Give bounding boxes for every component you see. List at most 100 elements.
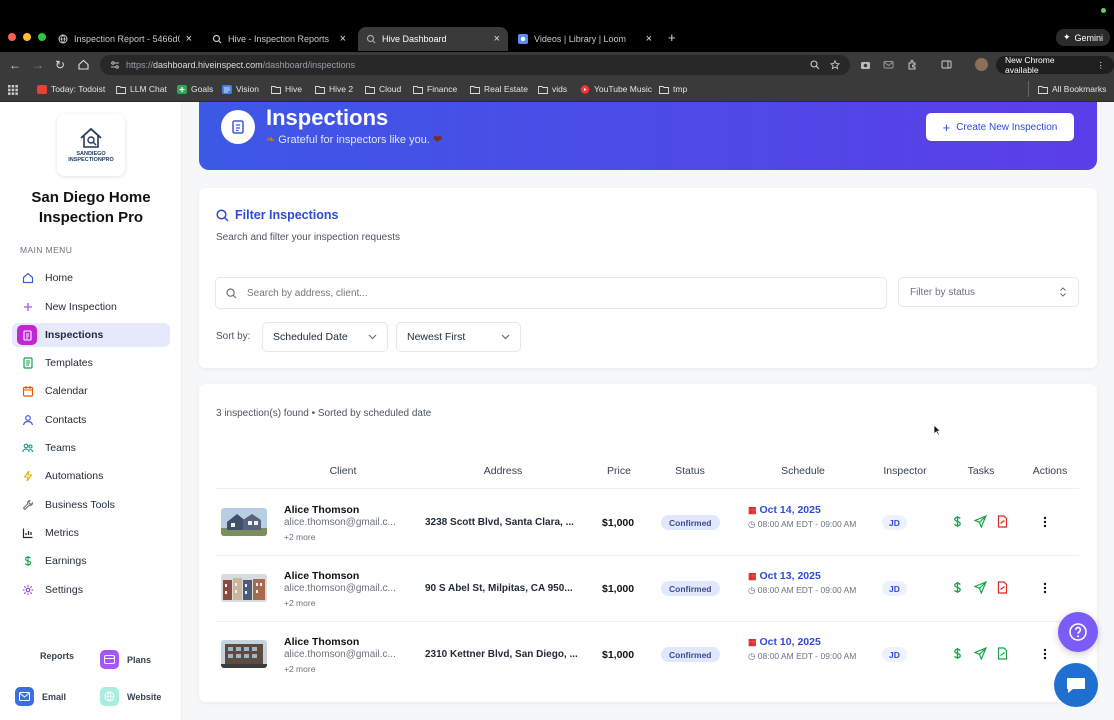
more-actions-icon[interactable] — [1039, 581, 1051, 595]
report-file-icon[interactable] — [996, 515, 1009, 528]
bookmark-item[interactable]: tmp — [659, 84, 687, 94]
column-header-address[interactable]: Address — [463, 465, 543, 477]
back-icon[interactable]: ← — [9, 58, 21, 72]
column-header-tasks[interactable]: Tasks — [956, 465, 1006, 477]
browser-tab[interactable]: Videos | Library | Loom × — [510, 27, 660, 51]
search-icon — [226, 287, 237, 298]
apps-grid-icon[interactable] — [8, 85, 18, 95]
table-row[interactable]: Alice Thomson alice.thomson@gmail.c... +… — [199, 556, 1097, 622]
report-file-icon[interactable] — [996, 647, 1009, 660]
column-header-inspector[interactable]: Inspector — [875, 465, 935, 477]
plans-link[interactable]: Plans — [100, 650, 151, 669]
column-header-price[interactable]: Price — [594, 465, 644, 477]
sidebar-item-inspections[interactable]: Inspections — [12, 323, 170, 347]
puzzle-extensions-icon[interactable] — [907, 59, 918, 70]
send-icon[interactable] — [974, 647, 987, 660]
send-icon[interactable] — [974, 515, 987, 528]
sidebar-item-settings[interactable]: Settings — [12, 578, 170, 602]
search-input[interactable] — [247, 287, 847, 299]
chat-button[interactable] — [1054, 663, 1098, 707]
help-button[interactable] — [1058, 612, 1098, 652]
column-header-schedule[interactable]: Schedule — [769, 465, 837, 477]
zoom-icon[interactable] — [810, 60, 820, 70]
sidebar-item-earnings[interactable]: Earnings — [12, 549, 170, 573]
browser-tab[interactable]: Hive - Inspection Reports × — [204, 27, 354, 51]
inspector-badge[interactable]: JD — [882, 515, 907, 530]
sort-field-select[interactable]: Scheduled Date — [262, 322, 388, 352]
client-name[interactable]: Alice Thomson — [284, 504, 359, 516]
inspector-badge[interactable]: JD — [882, 581, 907, 596]
bookmark-item[interactable]: vids — [538, 84, 567, 94]
star-icon[interactable] — [830, 60, 840, 70]
bookmark-item[interactable]: YouTube Music — [580, 84, 652, 94]
maximize-window-button[interactable] — [38, 33, 46, 41]
client-name[interactable]: Alice Thomson — [284, 570, 359, 582]
column-header-status[interactable]: Status — [665, 465, 715, 477]
url-bar[interactable]: https://dashboard.hiveinspect.com/dashbo… — [100, 55, 850, 75]
column-header-actions[interactable]: Actions — [1025, 465, 1075, 477]
bookmark-item[interactable]: Vision — [222, 84, 259, 94]
new-tab-button[interactable]: + — [668, 30, 676, 45]
forward-icon[interactable]: → — [32, 58, 44, 72]
search-field[interactable] — [215, 277, 887, 309]
payment-dollar-icon[interactable] — [951, 515, 964, 528]
mail-extension-icon[interactable] — [883, 59, 894, 70]
all-bookmarks-button[interactable]: All Bookmarks — [1038, 84, 1106, 94]
create-inspection-button[interactable]: + Create New Inspection — [926, 113, 1074, 141]
gemini-button[interactable]: ✦ Gemini — [1056, 29, 1111, 46]
inspector-badge[interactable]: JD — [882, 647, 907, 662]
sort-order-select[interactable]: Newest First — [396, 322, 521, 352]
payment-dollar-icon[interactable] — [951, 581, 964, 594]
more-contacts-link[interactable]: +2 more — [284, 532, 315, 542]
more-vert-icon[interactable]: ⋮ — [1097, 60, 1106, 71]
close-tab-icon[interactable]: × — [340, 33, 346, 45]
client-name[interactable]: Alice Thomson — [284, 636, 359, 648]
bookmark-item[interactable]: Real Estate — [470, 84, 528, 94]
sidebar-item-business-tools[interactable]: Business Tools — [12, 493, 170, 517]
update-chrome-button[interactable]: New Chrome available ⋮ — [996, 55, 1114, 75]
bookmark-item[interactable]: Hive — [271, 84, 302, 94]
sidebar-item-metrics[interactable]: Metrics — [12, 521, 170, 545]
more-contacts-link[interactable]: +2 more — [284, 598, 315, 608]
home-icon[interactable] — [78, 59, 89, 70]
more-contacts-link[interactable]: +2 more — [284, 664, 315, 674]
minimize-window-button[interactable] — [23, 33, 31, 41]
more-actions-icon[interactable] — [1039, 515, 1051, 529]
payment-dollar-icon[interactable] — [951, 647, 964, 660]
profile-avatar[interactable] — [975, 58, 988, 71]
company-logo[interactable]: SANDIEGO INSPECTIONPRO — [57, 114, 125, 176]
sidebar-item-templates[interactable]: Templates — [12, 351, 170, 375]
sidebar-item-calendar[interactable]: Calendar — [12, 379, 170, 403]
table-row[interactable]: Alice Thomson alice.thomson@gmail.c... +… — [199, 622, 1097, 688]
bookmark-item[interactable]: Goals — [177, 84, 213, 94]
website-link[interactable]: Website — [100, 687, 161, 706]
close-window-button[interactable] — [8, 33, 16, 41]
sidebar-item-contacts[interactable]: Contacts — [12, 408, 170, 432]
sidebar-item-automations[interactable]: Automations — [12, 464, 170, 488]
report-file-icon[interactable] — [996, 581, 1009, 594]
close-tab-icon[interactable]: × — [494, 33, 500, 45]
bookmark-item[interactable]: Hive 2 — [315, 84, 353, 94]
sidebar-item-home[interactable]: Home — [12, 266, 170, 290]
sidepanel-icon[interactable] — [941, 59, 952, 70]
column-header-client[interactable]: Client — [309, 465, 377, 477]
close-tab-icon[interactable]: × — [186, 33, 192, 45]
browser-tab-active[interactable]: Hive Dashboard × — [358, 27, 508, 51]
table-row[interactable]: Alice Thomson alice.thomson@gmail.c... +… — [199, 490, 1097, 556]
email-link[interactable]: Email — [15, 687, 66, 706]
bookmark-item[interactable]: Cloud — [365, 84, 401, 94]
reload-icon[interactable]: ↻ — [55, 58, 65, 72]
close-tab-icon[interactable]: × — [646, 33, 652, 45]
status-filter-select[interactable]: Filter by status — [898, 277, 1079, 307]
sidebar-item-new-inspection[interactable]: New Inspection — [12, 295, 170, 319]
bookmark-item[interactable]: Finance — [413, 84, 457, 94]
send-icon[interactable] — [974, 581, 987, 594]
sidebar-item-teams[interactable]: Teams — [12, 436, 170, 460]
bookmark-item[interactable]: LLM Chat — [116, 84, 167, 94]
reports-link[interactable]: Reports — [40, 651, 74, 661]
browser-tab[interactable]: Inspection Report - 5466d0a × — [50, 27, 200, 51]
bookmark-item[interactable]: Today: Todoist — [37, 84, 105, 94]
more-actions-icon[interactable] — [1039, 647, 1051, 661]
site-info-icon[interactable] — [110, 60, 120, 70]
camera-extension-icon[interactable] — [860, 59, 871, 70]
